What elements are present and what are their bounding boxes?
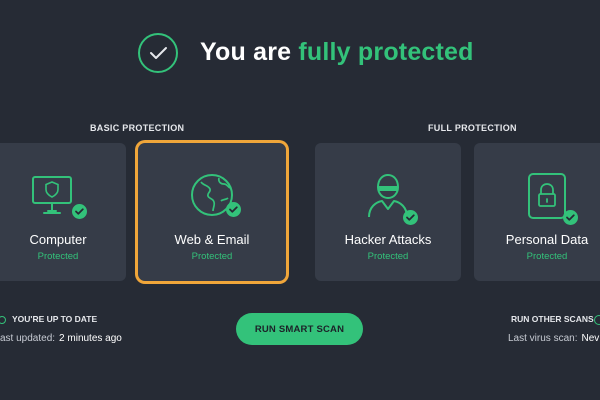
hacker-icon [361, 171, 418, 225]
uptodate-status: YOU'RE UP TO DATE [0, 314, 97, 324]
card-title: Computer [29, 232, 87, 247]
card-computer[interactable]: Computer Protected [0, 143, 126, 281]
card-web-email[interactable]: Web & Email Protected [138, 143, 286, 281]
status-ring-icon [0, 315, 6, 324]
card-title: Personal Data [505, 232, 589, 247]
card-personal-data[interactable]: Personal Data Protected [474, 143, 600, 281]
card-title: Hacker Attacks [344, 232, 432, 247]
card-status: Protected [526, 251, 568, 262]
last-updated: ast updated: 2 minutes ago [0, 333, 122, 344]
card-status: Protected [37, 251, 79, 262]
check-badge-icon [403, 210, 418, 225]
check-badge-icon [563, 210, 578, 225]
uptodate-label: YOU'RE UP TO DATE [12, 314, 98, 324]
lock-device-icon [520, 171, 578, 225]
globe-icon [185, 171, 241, 225]
card-hacker-attacks[interactable]: Hacker Attacks Protected [315, 143, 461, 281]
title-prefix: You are [200, 38, 299, 66]
title-accent: fully protected [298, 38, 474, 66]
status-check-icon [138, 33, 178, 73]
page-title: You are fully protected [200, 38, 474, 67]
last-virus-label: Last virus scan: [508, 333, 578, 344]
monitor-shield-icon [25, 171, 87, 225]
card-status: Protected [367, 251, 409, 262]
last-virus-value: Nev [581, 333, 600, 344]
last-virus-scan: Last virus scan: Nev [508, 333, 599, 344]
basic-protection-label: BASIC PROTECTION [90, 123, 185, 133]
run-smart-scan-button[interactable]: RUN SMART SCAN [236, 313, 363, 345]
card-title: Web & Email [174, 232, 250, 247]
full-protection-label: FULL PROTECTION [428, 123, 517, 133]
card-status: Protected [191, 251, 233, 262]
run-other-scans-link[interactable]: RUN OTHER SCANS [511, 314, 594, 324]
other-scans-ring-icon [594, 315, 600, 325]
check-badge-icon [226, 202, 241, 217]
last-updated-label: ast updated: [0, 333, 56, 344]
last-updated-value: 2 minutes ago [59, 333, 122, 344]
check-badge-icon [72, 204, 87, 219]
